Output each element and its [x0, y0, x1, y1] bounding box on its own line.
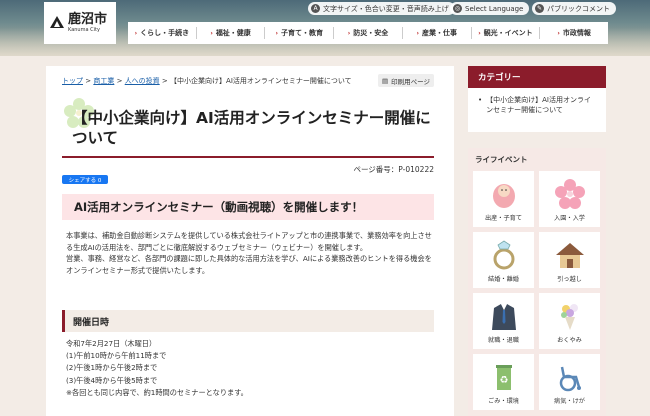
nav-label: 防災・安全: [353, 29, 389, 37]
chevron-right-icon: ›: [478, 29, 481, 37]
chevron-right-icon: ›: [134, 29, 138, 37]
life-event-moving[interactable]: 引っ越し: [539, 232, 600, 288]
schedule-line: (3)午後4時から午後5時まで: [66, 375, 158, 385]
life-events-heading: ライフイベント: [475, 155, 528, 164]
print-page-button[interactable]: ▤ 印刷用ページ: [378, 74, 434, 87]
nav-item-industry[interactable]: › 産業・仕事: [401, 27, 471, 39]
breadcrumb-separator: >: [161, 77, 168, 85]
body-paragraph: 営業、事務、経営など、各部門の課題に即した具体的な活用方法を学び、AIによる業務…: [66, 254, 432, 275]
schedule-list: 令和7年2月27日（木曜日） (1)午前10時から午前11時まで (2)午後1時…: [66, 338, 436, 399]
chevron-right-icon: ›: [275, 29, 279, 37]
nav-item-city-info[interactable]: › 市政情報: [539, 27, 608, 39]
wheelchair-icon: [559, 366, 581, 392]
page-title: 【中小企業向け】AI活用オンラインセミナー開催について: [72, 109, 431, 148]
flowers-icon: [560, 304, 578, 330]
nav-label: 産業・仕事: [421, 29, 457, 37]
nav-item-living[interactable]: › くらし・手続き: [128, 27, 196, 39]
chevron-right-icon: ›: [416, 29, 419, 37]
body-text: 本事業は、補助金自動診断システムを提供している株式会社ライトアップと市の連携事業…: [66, 230, 436, 276]
chevron-right-icon: ›: [347, 29, 351, 37]
public-comment-label: パブリックコメント: [547, 4, 610, 13]
text-size-label: 文字サイズ・色合い変更・音声読み上げ: [323, 4, 449, 13]
text-size-button[interactable]: A 文字サイズ・色合い変更・音声読み上げ: [308, 2, 455, 15]
body-paragraph: 本事業は、補助金自動診断システムを提供している株式会社ライトアップと市の連携事業…: [66, 231, 432, 252]
nav-label: 市政情報: [562, 29, 591, 37]
schedule-line: 令和7年2月27日（木曜日）: [66, 339, 157, 348]
life-event-birth[interactable]: 出産・子育て: [473, 171, 534, 227]
select-language-label: Select Language: [465, 4, 524, 13]
nav-label: 福祉・健康: [215, 29, 251, 37]
nav-label: 観光・イベント: [483, 29, 533, 37]
life-event-label: ごみ・環境: [488, 398, 519, 405]
breadcrumb-link-investment[interactable]: 人への投資: [125, 77, 160, 85]
life-event-marriage[interactable]: 結婚・離婚: [473, 232, 534, 288]
breadcrumb-link-top[interactable]: トップ: [62, 77, 83, 85]
share-label: シェアする 0: [68, 177, 102, 184]
logo-name-jp: 鹿沼市: [68, 11, 108, 27]
select-language-button[interactable]: ◎ Select Language: [450, 2, 530, 15]
recycle-bin-icon: ♻: [495, 365, 512, 390]
life-event-label: おくやみ: [557, 337, 582, 344]
title-area: 【中小企業向け】AI活用オンラインセミナー開催について: [62, 94, 434, 158]
city-emblem-icon: [50, 16, 64, 28]
life-event-bereavement[interactable]: おくやみ: [539, 293, 600, 349]
schedule-line: (2)午後1時から午後2時まで: [66, 363, 158, 373]
ring-icon: [493, 240, 514, 270]
life-event-label: 出産・子育て: [484, 215, 523, 222]
chevron-right-icon: ›: [557, 29, 560, 37]
print-label: 印刷用ページ: [391, 77, 431, 86]
site-logo[interactable]: 鹿沼市 Kanuma City: [44, 2, 116, 44]
main-content: トップ > 商工業 > 人への投資 > 【中小企業向け】AI活用オンラインセミナ…: [46, 66, 454, 416]
breadcrumb-current: 【中小企業向け】AI活用オンラインセミナー開催について: [170, 77, 352, 85]
print-icon: ▤: [381, 76, 389, 85]
breadcrumb: トップ > 商工業 > 人への投資 > 【中小企業向け】AI活用オンラインセミナ…: [62, 76, 352, 86]
suit-icon: [491, 304, 516, 330]
category-panel: カテゴリー • 【中小企業向け】AI活用オンラインセミナー開催について: [468, 66, 606, 132]
category-heading: カテゴリー: [468, 66, 606, 88]
nav-item-welfare[interactable]: › 福祉・健康: [195, 27, 265, 39]
life-event-label: 引っ越し: [557, 276, 582, 283]
breadcrumb-separator: >: [85, 77, 92, 85]
facebook-share-button[interactable]: シェアする 0: [62, 175, 108, 184]
global-nav: › くらし・手続き › 福祉・健康 › 子育て・教育 › 防災・安全 › 産業・仕事 › 観…: [128, 22, 608, 44]
life-event-garbage[interactable]: ♻ ごみ・環境: [473, 354, 534, 410]
category-link-label: 【中小企業向け】AI活用オンラインセミナー開催について: [486, 96, 591, 114]
life-event-label: 就職・退職: [488, 337, 519, 344]
life-event-label: 入園・入学: [554, 215, 585, 222]
public-comment-button[interactable]: ✎ パブリックコメント: [532, 2, 616, 15]
life-event-label: 結婚・離婚: [488, 276, 519, 283]
house-icon: [555, 243, 584, 268]
text-size-icon: A: [311, 4, 320, 13]
svg-text:♻: ♻: [499, 375, 508, 386]
nav-item-safety[interactable]: › 防災・安全: [333, 27, 402, 39]
bullet-icon: •: [478, 96, 483, 104]
life-events-panel: ライフイベント 出産・子育て 入園・入学 結婚・離婚 引っ越し 就職・退職 おく…: [468, 148, 606, 416]
chevron-right-icon: ›: [210, 29, 213, 37]
life-events-grid: 出産・子育て 入園・入学 結婚・離婚 引っ越し 就職・退職 おくやみ ♻ ごみ・…: [473, 171, 601, 410]
page-number: ページ番号：P-010222: [353, 165, 434, 174]
nav-label: 子育て・教育: [281, 29, 324, 37]
globe-icon: ◎: [453, 4, 462, 13]
nav-label: くらし・手続き: [140, 29, 190, 37]
schedule-line: (1)午前10時から午前11時まで: [66, 351, 167, 361]
breadcrumb-link-commerce[interactable]: 商工業: [93, 77, 114, 85]
life-event-employment[interactable]: 就職・退職: [473, 293, 534, 349]
logo-name-en: Kanuma City: [68, 27, 100, 34]
baby-icon: [492, 184, 515, 208]
schedule-line: ※各回とも同じ内容で、約1時間のセミナーとなります。: [66, 387, 248, 397]
comment-icon: ✎: [535, 4, 544, 13]
logo-text: 鹿沼市 Kanuma City: [68, 11, 108, 34]
life-event-illness[interactable]: 病気・けが: [539, 354, 600, 410]
life-event-school[interactable]: 入園・入学: [539, 171, 600, 227]
cherry-blossom-icon: [554, 179, 585, 209]
nav-item-childcare[interactable]: › 子育て・教育: [264, 27, 333, 39]
life-event-label: 病気・けが: [554, 398, 585, 405]
breadcrumb-separator: >: [116, 77, 123, 85]
schedule-heading: 開催日時: [62, 310, 434, 332]
section-heading: AI活用オンラインセミナー（動画視聴）を開催します！: [62, 194, 434, 220]
nav-item-tourism[interactable]: › 観光・イベント: [470, 27, 540, 39]
category-link[interactable]: • 【中小企業向け】AI活用オンラインセミナー開催について: [478, 96, 596, 116]
site-header: 鹿沼市 Kanuma City A 文字サイズ・色合い変更・音声読み上げ ◎ S…: [0, 0, 650, 56]
